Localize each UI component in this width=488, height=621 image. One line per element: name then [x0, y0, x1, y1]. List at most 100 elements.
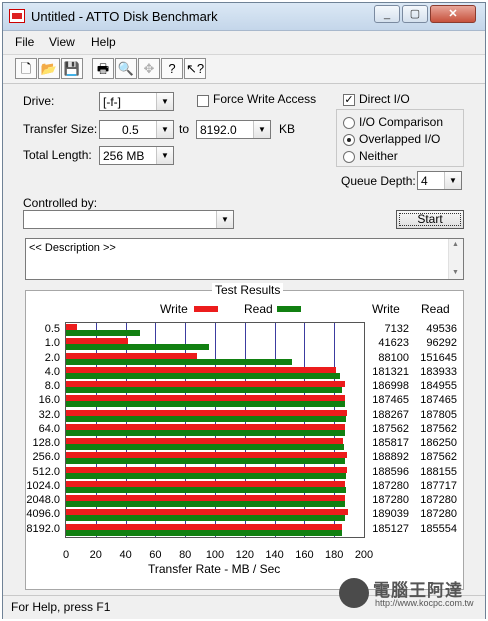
controlled-by-label: Controlled by:	[23, 196, 98, 210]
toolbar: 🗋 📂 💾 🖶 🔍 ✥ ? ↖?	[3, 54, 485, 84]
read-value: 184955	[420, 380, 457, 393]
direct-io-checkbox[interactable]: ✓	[343, 94, 355, 106]
neither-label: Neither	[359, 149, 398, 163]
write-value: 187280	[372, 494, 409, 507]
read-legend-swatch	[277, 306, 301, 312]
to-label: to	[179, 122, 190, 136]
transfer-size-label: Transfer Size:	[23, 122, 98, 136]
context-help-icon[interactable]: ↖?	[184, 58, 206, 79]
category-label: 1.0	[44, 337, 60, 350]
print-icon[interactable]: 🖶	[92, 58, 114, 79]
read-bar	[66, 330, 140, 336]
x-tick-label: 40	[119, 549, 132, 561]
transfer-size-to-select[interactable]: 8192.0 ▼	[196, 120, 271, 139]
window-title: Untitled - ATTO Disk Benchmark	[31, 9, 218, 24]
read-value: 187280	[420, 508, 457, 521]
write-value: 187465	[372, 394, 409, 407]
menu-bar: File View Help	[3, 31, 485, 53]
x-tick-label: 100	[205, 549, 225, 561]
write-value: 187280	[372, 479, 409, 492]
read-value: 187562	[420, 451, 457, 464]
category-label: 64.0	[38, 422, 60, 435]
print-preview-icon[interactable]: 🔍	[115, 58, 137, 79]
write-value: 7132	[384, 323, 409, 335]
read-value: 49536	[426, 323, 457, 335]
close-button[interactable]: ✕	[430, 5, 476, 23]
read-bar	[66, 415, 346, 422]
category-label: 512.0	[32, 465, 60, 478]
read-value: 187465	[420, 394, 457, 407]
write-legend-label: Write	[160, 302, 188, 316]
category-label: 256.0	[32, 451, 60, 464]
category-label: 1024.0	[26, 479, 60, 492]
chevron-down-icon: ▼	[156, 121, 173, 138]
neither-radio[interactable]	[343, 151, 355, 163]
read-value: 187562	[420, 422, 457, 435]
io-comparison-label: I/O Comparison	[359, 115, 444, 129]
app-icon[interactable]	[9, 9, 25, 23]
move-icon[interactable]: ✥	[138, 58, 160, 79]
write-column-header: Write	[372, 302, 400, 316]
read-value: 187280	[420, 494, 457, 507]
controlled-by-select[interactable]: ▼	[23, 210, 234, 229]
watermark: 電腦王阿達 http://www.kocpc.com.tw	[339, 576, 479, 612]
read-bar	[66, 401, 346, 408]
maximize-button[interactable]: ▢	[402, 5, 428, 23]
read-bar	[66, 486, 346, 493]
write-value: 41623	[378, 337, 409, 350]
description-scrollbar[interactable]: ▲ ▼	[448, 239, 463, 279]
category-label: 2.0	[44, 351, 60, 364]
x-axis-label: Transfer Rate - MB / Sec	[148, 562, 281, 576]
read-value: 185554	[420, 522, 457, 535]
write-value: 185127	[372, 522, 409, 535]
x-tick-label: 20	[89, 549, 102, 561]
total-length-select[interactable]: 256 MB ▼	[99, 146, 174, 165]
watermark-logo-icon	[339, 578, 369, 608]
x-tick-label: 80	[179, 549, 192, 561]
queue-depth-select[interactable]: 4 ▼	[417, 171, 462, 190]
chevron-down-icon: ▼	[253, 121, 270, 138]
menu-view[interactable]: View	[49, 35, 75, 49]
overlapped-io-radio[interactable]	[343, 134, 355, 146]
read-value: 96292	[426, 337, 457, 350]
menu-file[interactable]: File	[15, 35, 34, 49]
read-value: 187805	[420, 408, 457, 421]
direct-io-label: Direct I/O	[359, 92, 410, 106]
menu-help[interactable]: Help	[91, 35, 116, 49]
chevron-down-icon: ▼	[156, 147, 173, 164]
transfer-size-from-select[interactable]: 0.5 ▼	[99, 120, 174, 139]
new-icon[interactable]: 🗋	[15, 58, 37, 79]
write-value: 188596	[372, 465, 409, 478]
read-bar	[66, 515, 346, 522]
read-bar	[66, 444, 344, 451]
read-value: 186250	[420, 437, 457, 450]
title-bar: Untitled - ATTO Disk Benchmark _ ▢ ✕	[3, 3, 485, 31]
app-window: Untitled - ATTO Disk Benchmark _ ▢ ✕ Fil…	[2, 2, 486, 619]
read-column-header: Read	[421, 302, 450, 316]
x-tick-label: 140	[265, 549, 284, 561]
write-value: 181321	[372, 365, 409, 378]
force-write-label: Force Write Access	[213, 92, 317, 106]
category-label: 8192.0	[26, 522, 60, 535]
x-tick-label: 180	[325, 549, 344, 561]
save-icon[interactable]: 💾	[61, 58, 83, 79]
open-icon[interactable]: 📂	[38, 58, 60, 79]
drive-select[interactable]: [-f-] ▼	[99, 92, 174, 111]
write-value: 88100	[378, 351, 409, 364]
write-value: 188892	[372, 451, 409, 464]
read-bar	[66, 458, 346, 465]
results-title: Test Results	[212, 283, 284, 297]
io-comparison-radio[interactable]	[343, 117, 355, 129]
description-box[interactable]: << Description >> ▲ ▼	[25, 238, 464, 280]
read-bar	[66, 344, 210, 351]
read-value: 151645	[420, 351, 457, 364]
kb-label: KB	[279, 122, 296, 136]
chevron-down-icon: ▼	[444, 172, 461, 189]
category-label: 32.0	[38, 408, 60, 421]
start-button[interactable]: Start	[396, 210, 464, 229]
minimize-button[interactable]: _	[374, 5, 400, 23]
force-write-checkbox[interactable]	[197, 95, 209, 107]
help-icon[interactable]: ?	[161, 58, 183, 79]
write-value: 189039	[372, 508, 409, 521]
x-tick-label: 120	[235, 549, 254, 561]
